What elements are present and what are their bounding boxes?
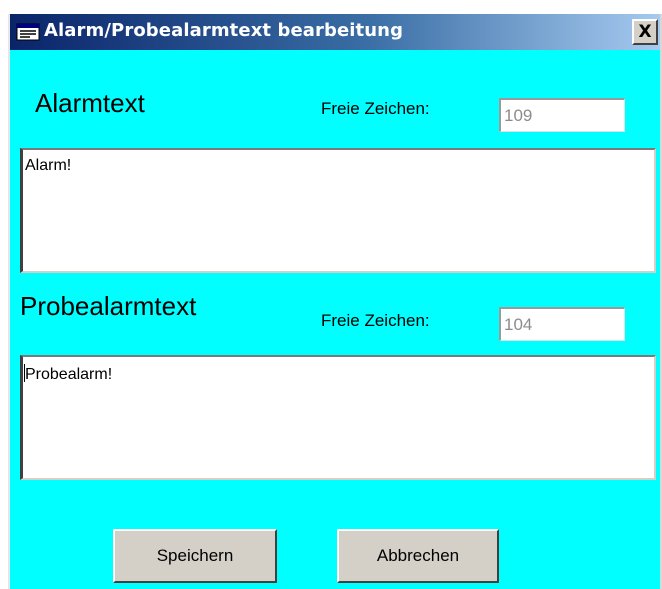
probealarm-text-value: Probealarm! xyxy=(25,366,113,383)
close-button[interactable]: X xyxy=(632,19,658,45)
cancel-button[interactable]: Abbrechen xyxy=(337,529,499,583)
cancel-button-label: Abbrechen xyxy=(376,546,460,565)
probealarm-text-input[interactable]: Probealarm! xyxy=(20,355,656,480)
close-icon: X xyxy=(638,21,652,42)
alarm-free-chars-label: Freie Zeichen: xyxy=(321,99,430,118)
probealarm-free-chars-label: Freie Zeichen: xyxy=(321,311,430,330)
alarm-free-chars-field: 109 xyxy=(499,98,625,132)
title-bar[interactable]: Alarm/Probealarmtext bearbeitung X xyxy=(10,14,660,50)
alarm-text-value: Alarm! xyxy=(25,157,72,174)
window-title: Alarm/Probealarmtext bearbeitung xyxy=(44,20,404,41)
dialog-window: Alarm/Probealarmtext bearbeitung X Alarm… xyxy=(8,14,662,589)
form-window-icon xyxy=(16,23,40,41)
probealarm-free-chars-field: 104 xyxy=(499,307,625,341)
save-button-label: Speichern xyxy=(156,546,234,565)
probealarm-text-heading: Probealarmtext xyxy=(20,291,197,321)
save-button[interactable]: Speichern xyxy=(113,529,277,583)
alarm-text-input[interactable]: Alarm! xyxy=(20,148,656,273)
alarm-text-heading: Alarmtext xyxy=(35,88,145,118)
